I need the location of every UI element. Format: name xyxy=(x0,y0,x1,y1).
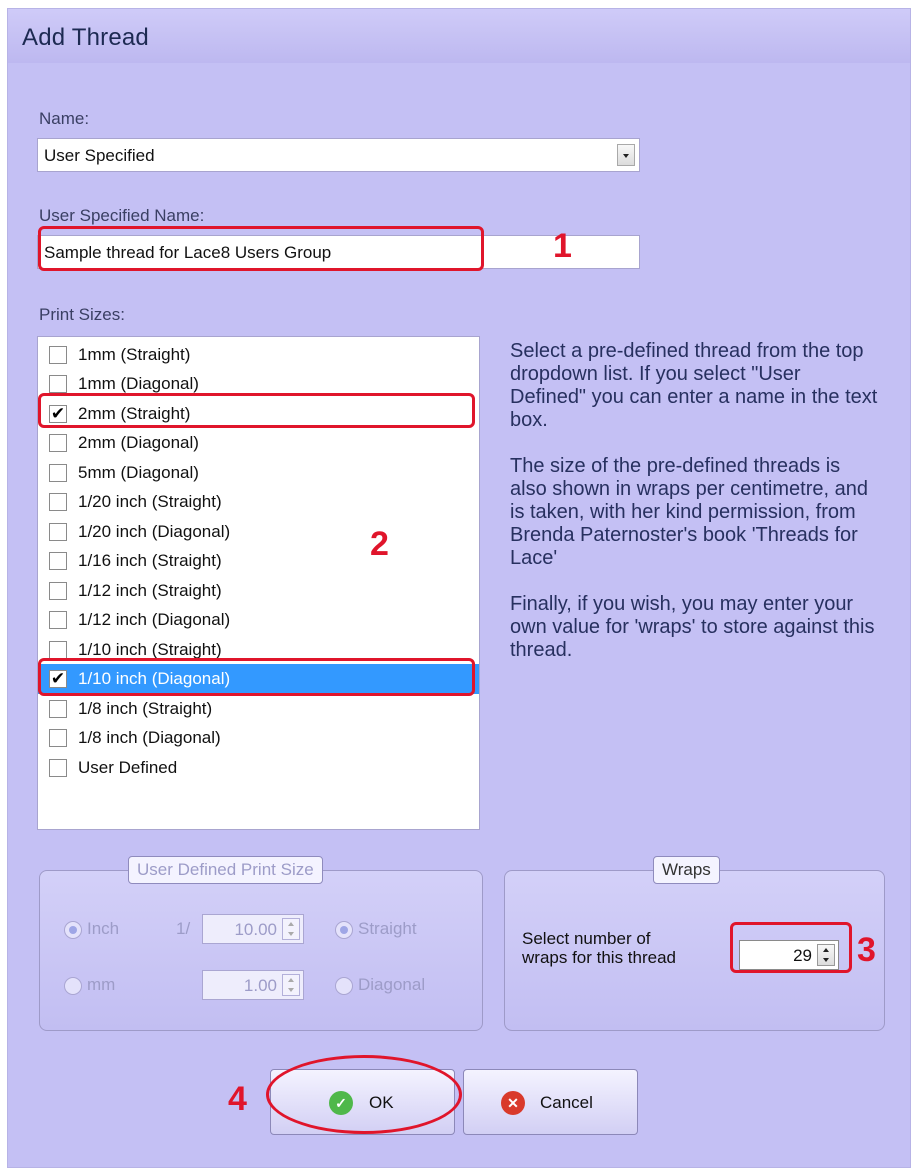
wraps-legend: Wraps xyxy=(653,856,720,884)
user-defined-print-size-group: User Defined Print Size Inch 1/ 10.00 St… xyxy=(39,856,483,1031)
list-item[interactable]: 1mm (Straight) xyxy=(38,340,479,370)
mm-label: mm xyxy=(87,975,116,994)
list-item[interactable]: 1/20 inch (Straight) xyxy=(38,487,479,517)
checkbox[interactable] xyxy=(49,346,67,364)
checkbox[interactable] xyxy=(49,523,67,541)
check-icon: ✓ xyxy=(329,1091,353,1115)
name-dropdown-value: User Specified xyxy=(44,146,155,165)
list-item[interactable]: 1/8 inch (Diagonal) xyxy=(38,723,479,753)
name-dropdown[interactable]: User Specified xyxy=(37,138,640,172)
user-specified-name-input[interactable]: Sample thread for Lace8 Users Group xyxy=(37,235,640,269)
spin-arrows-icon[interactable] xyxy=(282,974,300,996)
add-thread-dialog: Add Thread Name: User Specified User Spe… xyxy=(7,8,911,1168)
wraps-group: Wraps Select number of wraps for this th… xyxy=(504,856,885,1031)
spin-arrows-icon[interactable] xyxy=(817,944,835,966)
mm-radio[interactable] xyxy=(64,977,82,995)
help-paragraph-3: Finally, if you wish, you may enter your… xyxy=(510,593,875,661)
checkbox[interactable] xyxy=(49,729,67,747)
inch-value-stepper[interactable]: 10.00 xyxy=(202,914,304,944)
list-item[interactable]: 1/20 inch (Diagonal) xyxy=(38,517,479,547)
help-paragraph-2: The size of the pre-defined threads is a… xyxy=(510,455,868,569)
dropdown-arrow-icon[interactable] xyxy=(617,144,635,166)
diagonal-label: Diagonal xyxy=(358,975,426,994)
annotation-label-4: 4 xyxy=(228,1080,247,1118)
list-item[interactable]: 5mm (Diagonal) xyxy=(38,458,479,488)
close-icon: ✕ xyxy=(501,1091,525,1115)
help-text: Select a pre-defined thread from the top… xyxy=(510,340,880,662)
checkbox[interactable] xyxy=(49,759,67,777)
annotation-label-3: 3 xyxy=(857,931,876,969)
checkbox[interactable] xyxy=(49,552,67,570)
list-item[interactable]: 1/12 inch (Diagonal) xyxy=(38,605,479,635)
spin-arrows-icon[interactable] xyxy=(282,918,300,940)
user-specified-name-label: User Specified Name: xyxy=(39,206,205,225)
fraction-prefix: 1/ xyxy=(176,919,191,938)
ok-button[interactable]: ✓ OK xyxy=(270,1069,455,1135)
list-item[interactable]: 1mm (Diagonal) xyxy=(38,369,479,399)
inch-radio[interactable] xyxy=(64,921,82,939)
checkbox[interactable] xyxy=(49,700,67,718)
straight-label: Straight xyxy=(358,919,417,938)
help-paragraph-1: Select a pre-defined thread from the top… xyxy=(510,340,878,431)
user-specified-name-value: Sample thread for Lace8 Users Group xyxy=(44,243,332,262)
print-sizes-list[interactable]: 1mm (Straight) 1mm (Diagonal) ✔ 2mm (Stra… xyxy=(37,336,480,830)
annotation-label-2: 2 xyxy=(370,525,389,563)
inch-label: Inch xyxy=(87,919,120,938)
annotation-label-1: 1 xyxy=(553,227,572,265)
diagonal-radio[interactable] xyxy=(335,977,353,995)
checkbox[interactable] xyxy=(49,641,67,659)
mm-value-stepper[interactable]: 1.00 xyxy=(202,970,304,1000)
list-item[interactable]: 1/10 inch (Straight) xyxy=(38,635,479,665)
straight-radio[interactable] xyxy=(335,921,353,939)
wraps-label: Select number of wraps for this thread xyxy=(522,929,677,967)
checkbox[interactable] xyxy=(49,375,67,393)
checkbox[interactable] xyxy=(49,582,67,600)
list-item[interactable]: 1/8 inch (Straight) xyxy=(38,694,479,724)
checkbox[interactable] xyxy=(49,434,67,452)
dialog-title: Add Thread xyxy=(22,24,149,51)
wraps-stepper[interactable]: 29 xyxy=(739,940,839,970)
user-defined-print-size-legend: User Defined Print Size xyxy=(128,856,323,884)
list-item[interactable]: 2mm (Diagonal) xyxy=(38,428,479,458)
list-item[interactable]: User Defined xyxy=(38,753,479,783)
checkbox[interactable] xyxy=(49,493,67,511)
print-sizes-label: Print Sizes: xyxy=(39,305,125,324)
checkbox-checked[interactable]: ✔ xyxy=(49,670,67,688)
list-item-selected[interactable]: ✔ 1/10 inch (Diagonal) xyxy=(38,664,479,694)
title-bar[interactable]: Add Thread xyxy=(8,9,910,63)
checkbox-checked[interactable]: ✔ xyxy=(49,405,67,423)
checkbox[interactable] xyxy=(49,611,67,629)
list-item[interactable]: 1/12 inch (Straight) xyxy=(38,576,479,606)
checkbox[interactable] xyxy=(49,464,67,482)
cancel-button[interactable]: ✕ Cancel xyxy=(463,1069,638,1135)
name-label: Name: xyxy=(39,109,90,128)
list-item[interactable]: 1/16 inch (Straight) xyxy=(38,546,479,576)
list-item[interactable]: ✔ 2mm (Straight) xyxy=(38,399,479,429)
